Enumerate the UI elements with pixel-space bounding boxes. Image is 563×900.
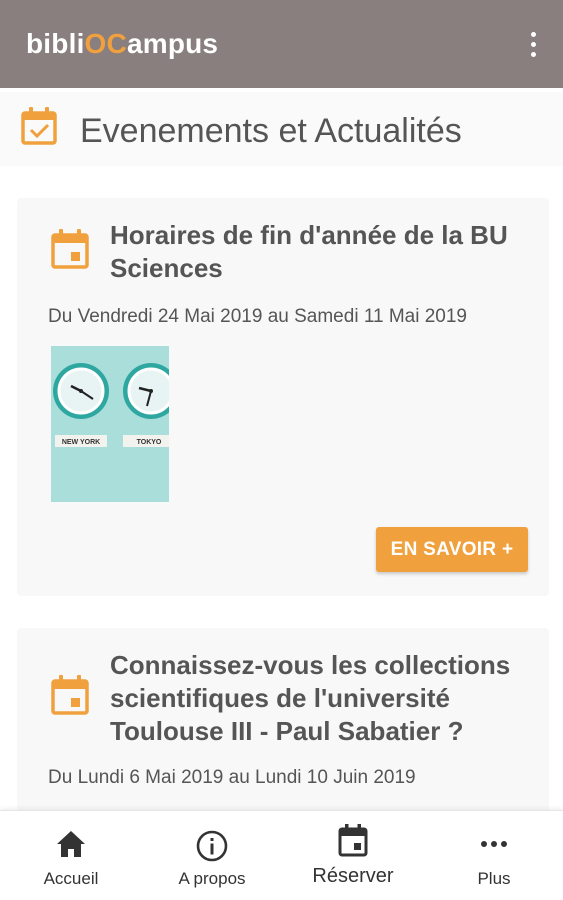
info-icon (196, 830, 228, 862)
section-header: Evenements et Actualités (0, 92, 563, 166)
calendar-icon (51, 229, 89, 269)
event-card[interactable]: Connaissez-vous les collections scientif… (17, 628, 549, 828)
clock-label-1: NEW YORK (62, 439, 100, 446)
app-title-accent: OC (84, 28, 127, 59)
calendar-icon (51, 675, 89, 715)
app-title-suffix: ampus (126, 28, 219, 59)
event-date: Du Vendredi 24 Mai 2019 au Samedi 11 Mai… (48, 306, 467, 327)
calendar-check-icon (21, 107, 57, 145)
section-title: Evenements et Actualités (80, 112, 462, 150)
clock-label-2: TOKYO (137, 439, 162, 446)
nav-label: Plus (477, 869, 511, 888)
more-vert-icon[interactable] (517, 24, 549, 64)
learn-more-button[interactable]: EN SAVOIR + (376, 527, 528, 572)
event-card[interactable]: Horaires de fin d'année de la BU Science… (17, 198, 549, 596)
bottom-navigation: Accueil A propos Réserver Plus (0, 810, 563, 900)
app-title: bibliOCampus (26, 28, 218, 60)
event-date: Du Lundi 6 Mai 2019 au Lundi 10 Juin 201… (48, 767, 416, 788)
event-title[interactable]: Connaissez-vous les collections scientif… (110, 649, 535, 748)
clocks-illustration: NEW YORK TOKYO (51, 346, 169, 502)
nav-item-plus[interactable]: Plus (424, 811, 563, 900)
home-icon (57, 831, 85, 857)
calendar-icon (338, 824, 368, 857)
event-title[interactable]: Horaires de fin d'année de la BU Science… (110, 219, 535, 285)
nav-label: Accueil (43, 869, 99, 888)
app-title-prefix: bibli (26, 28, 85, 59)
nav-item-a-propos[interactable]: A propos (142, 811, 282, 900)
app-bar: bibliOCampus (0, 0, 563, 88)
nav-item-accueil[interactable]: Accueil (1, 811, 141, 900)
more-horiz-icon (481, 841, 507, 847)
nav-item-reserver[interactable]: Réserver (283, 811, 423, 900)
event-image[interactable]: NEW YORK TOKYO (51, 346, 169, 502)
nav-label: Réserver (312, 865, 394, 887)
nav-label: A propos (178, 869, 246, 888)
